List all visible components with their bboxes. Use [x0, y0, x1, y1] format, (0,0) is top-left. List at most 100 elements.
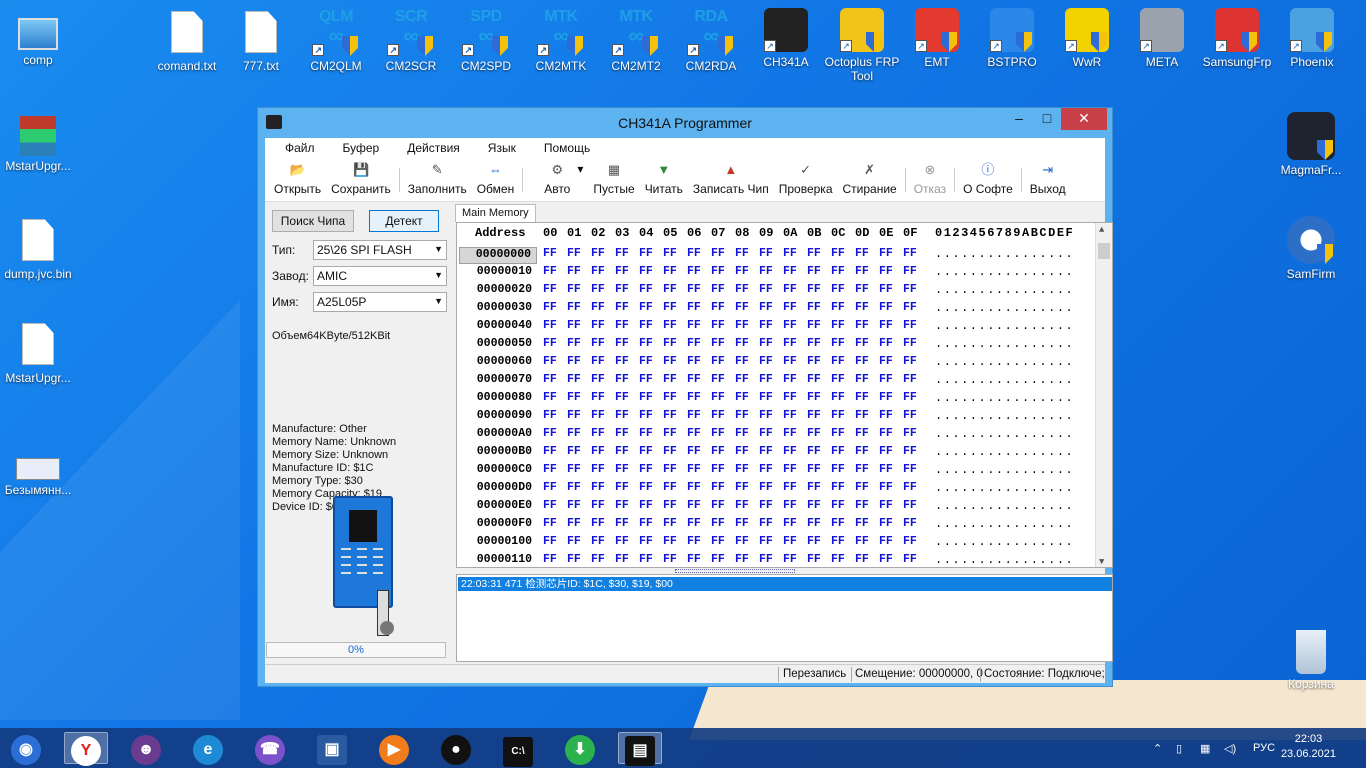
hex-byte[interactable]: FF	[759, 481, 781, 494]
desktop-icon[interactable]: ↗ EMT	[899, 8, 975, 69]
hex-byte[interactable]: FF	[543, 319, 565, 332]
hex-byte[interactable]: FF	[687, 553, 709, 566]
hex-byte[interactable]: FF	[639, 463, 661, 476]
hex-byte[interactable]: FF	[807, 283, 829, 296]
hex-byte[interactable]: FF	[855, 283, 877, 296]
hex-editor[interactable]: ▲ ▼ Address 00 01 02 03 04 05 06 07 08 09 0A 0B 0C 0D 0…	[456, 222, 1113, 568]
hex-byte[interactable]: FF	[687, 535, 709, 548]
search-chip-button[interactable]: Поиск Чипа	[272, 210, 354, 232]
hex-byte[interactable]: FF	[807, 319, 829, 332]
hex-byte[interactable]: FF	[687, 427, 709, 440]
hex-byte[interactable]: FF	[543, 409, 565, 422]
hex-byte[interactable]: FF	[735, 427, 757, 440]
hex-byte[interactable]: FF	[879, 337, 901, 350]
hex-byte[interactable]: FF	[831, 301, 853, 314]
hex-byte[interactable]: FF	[807, 409, 829, 422]
hex-byte[interactable]: FF	[855, 373, 877, 386]
hex-byte[interactable]: FF	[567, 445, 589, 458]
hex-byte[interactable]: FF	[615, 319, 637, 332]
terminal-icon[interactable]: C:\	[496, 732, 540, 767]
hex-byte[interactable]: FF	[663, 301, 685, 314]
desktop-icon[interactable]: QLM ∞ ↗ CM2QLM	[298, 8, 374, 73]
hex-byte[interactable]: FF	[567, 355, 589, 368]
hex-byte[interactable]: FF	[855, 247, 877, 260]
menu-item[interactable]: Файл	[271, 138, 329, 158]
desktop-icon[interactable]: ↗ META	[1124, 8, 1200, 69]
hex-byte[interactable]: FF	[567, 553, 589, 566]
hex-byte[interactable]: FF	[783, 445, 805, 458]
hex-byte[interactable]: FF	[855, 391, 877, 404]
hex-byte[interactable]: FF	[759, 373, 781, 386]
hex-byte[interactable]: FF	[687, 301, 709, 314]
menu-item[interactable]: Помощь	[530, 138, 604, 158]
hex-byte[interactable]: FF	[687, 319, 709, 332]
hex-byte[interactable]: FF	[543, 301, 565, 314]
scroll-up-icon[interactable]: ▲	[1099, 225, 1104, 235]
hex-byte[interactable]: FF	[711, 301, 733, 314]
hex-byte[interactable]: FF	[831, 427, 853, 440]
hex-byte[interactable]: FF	[543, 481, 565, 494]
hex-byte[interactable]: FF	[831, 481, 853, 494]
hex-byte[interactable]: FF	[903, 553, 925, 566]
hex-byte[interactable]: FF	[591, 445, 613, 458]
hex-byte[interactable]: FF	[711, 319, 733, 332]
toolbar-button-exit[interactable]: ⇥ Выход	[1025, 158, 1071, 196]
hex-byte[interactable]: FF	[855, 301, 877, 314]
hex-byte[interactable]: FF	[591, 373, 613, 386]
hex-byte[interactable]: FF	[735, 283, 757, 296]
hex-byte[interactable]: FF	[543, 391, 565, 404]
hex-byte[interactable]: FF	[639, 553, 661, 566]
hex-byte[interactable]: FF	[855, 445, 877, 458]
hex-byte[interactable]: FF	[783, 373, 805, 386]
chevron-up-icon[interactable]: ⌃	[1153, 742, 1162, 755]
media-player-icon[interactable]: ▶	[372, 732, 416, 765]
hex-byte[interactable]: FF	[903, 391, 925, 404]
hex-byte[interactable]: FF	[759, 445, 781, 458]
hex-byte[interactable]: FF	[687, 283, 709, 296]
hex-byte[interactable]: FF	[735, 535, 757, 548]
hex-byte[interactable]: FF	[807, 535, 829, 548]
hex-byte[interactable]: FF	[855, 355, 877, 368]
hex-byte[interactable]: FF	[855, 265, 877, 278]
hex-byte[interactable]: FF	[807, 481, 829, 494]
hex-byte[interactable]: FF	[831, 409, 853, 422]
hex-byte[interactable]: FF	[759, 265, 781, 278]
hex-byte[interactable]: FF	[567, 283, 589, 296]
hex-byte[interactable]: FF	[591, 481, 613, 494]
hex-byte[interactable]: FF	[783, 337, 805, 350]
hex-byte[interactable]: FF	[639, 319, 661, 332]
hex-byte[interactable]: FF	[663, 535, 685, 548]
hex-byte[interactable]: FF	[711, 391, 733, 404]
hex-byte[interactable]: FF	[807, 301, 829, 314]
hex-byte[interactable]: FF	[855, 535, 877, 548]
hex-byte[interactable]: FF	[663, 391, 685, 404]
hex-byte[interactable]: FF	[735, 517, 757, 530]
ch341a-taskbar-icon[interactable]: ▤	[618, 732, 662, 766]
hex-byte[interactable]: FF	[903, 481, 925, 494]
hex-byte[interactable]: FF	[663, 337, 685, 350]
desktop-icon[interactable]: ↗ Phoenix	[1274, 8, 1350, 69]
hex-byte[interactable]: FF	[783, 499, 805, 512]
desktop-icon[interactable]: SCR ∞ ↗ CM2SCR	[373, 8, 449, 73]
hex-byte[interactable]: FF	[759, 535, 781, 548]
toolbar-button-read[interactable]: ▼ Читать	[640, 158, 688, 196]
hex-byte[interactable]: FF	[663, 427, 685, 440]
hex-byte[interactable]: FF	[783, 517, 805, 530]
hex-byte[interactable]: FF	[903, 499, 925, 512]
hex-byte[interactable]: FF	[759, 337, 781, 350]
hex-byte[interactable]: FF	[783, 427, 805, 440]
hex-byte[interactable]: FF	[687, 409, 709, 422]
hex-byte[interactable]: FF	[783, 409, 805, 422]
vendor-select[interactable]: AMIC ▼	[313, 266, 447, 286]
hex-byte[interactable]: FF	[783, 319, 805, 332]
hex-byte[interactable]: FF	[543, 445, 565, 458]
hex-byte[interactable]: FF	[783, 535, 805, 548]
hex-byte[interactable]: FF	[711, 499, 733, 512]
hex-byte[interactable]: FF	[711, 427, 733, 440]
hex-byte[interactable]: FF	[903, 463, 925, 476]
hex-byte[interactable]: FF	[591, 535, 613, 548]
desktop-icon[interactable]: ↗ SamsungFrp	[1199, 8, 1275, 69]
hex-byte[interactable]: FF	[759, 283, 781, 296]
hex-byte[interactable]: FF	[711, 409, 733, 422]
hex-byte[interactable]: FF	[831, 445, 853, 458]
